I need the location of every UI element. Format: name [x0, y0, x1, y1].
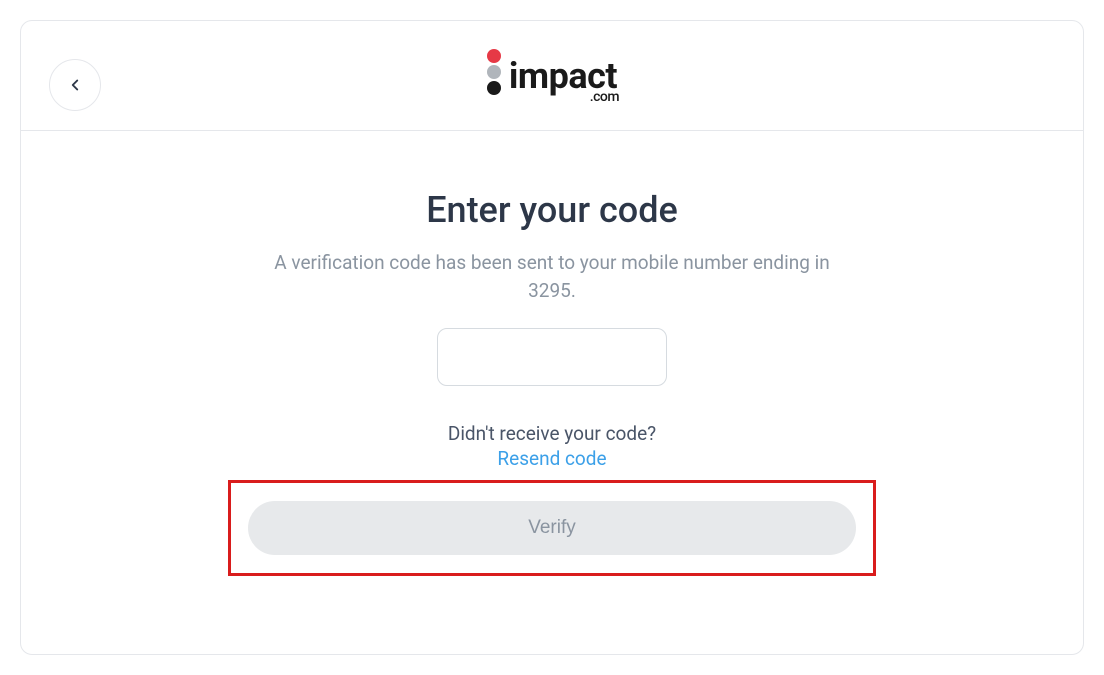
logo-suffix: .com: [590, 90, 619, 104]
page-title: Enter your code: [21, 189, 1083, 231]
back-button[interactable]: [49, 59, 101, 111]
verification-card: impact .com Enter your code A verificati…: [20, 20, 1084, 655]
resend-question: Didn't receive your code?: [21, 422, 1083, 445]
highlight-annotation: Verify: [228, 480, 876, 576]
page-subtitle: A verification code has been sent to you…: [272, 249, 832, 304]
header: impact .com: [21, 21, 1083, 131]
logo-text: impact .com: [509, 58, 617, 94]
content: Enter your code A verification code has …: [21, 131, 1083, 576]
resend-section: Didn't receive your code? Resend code: [21, 422, 1083, 470]
chevron-left-icon: [66, 76, 84, 94]
logo-dots-icon: [487, 49, 501, 95]
logo: impact .com: [487, 57, 617, 95]
code-input[interactable]: [437, 328, 667, 386]
resend-link[interactable]: Resend code: [497, 447, 606, 470]
verify-button[interactable]: Verify: [248, 501, 856, 555]
